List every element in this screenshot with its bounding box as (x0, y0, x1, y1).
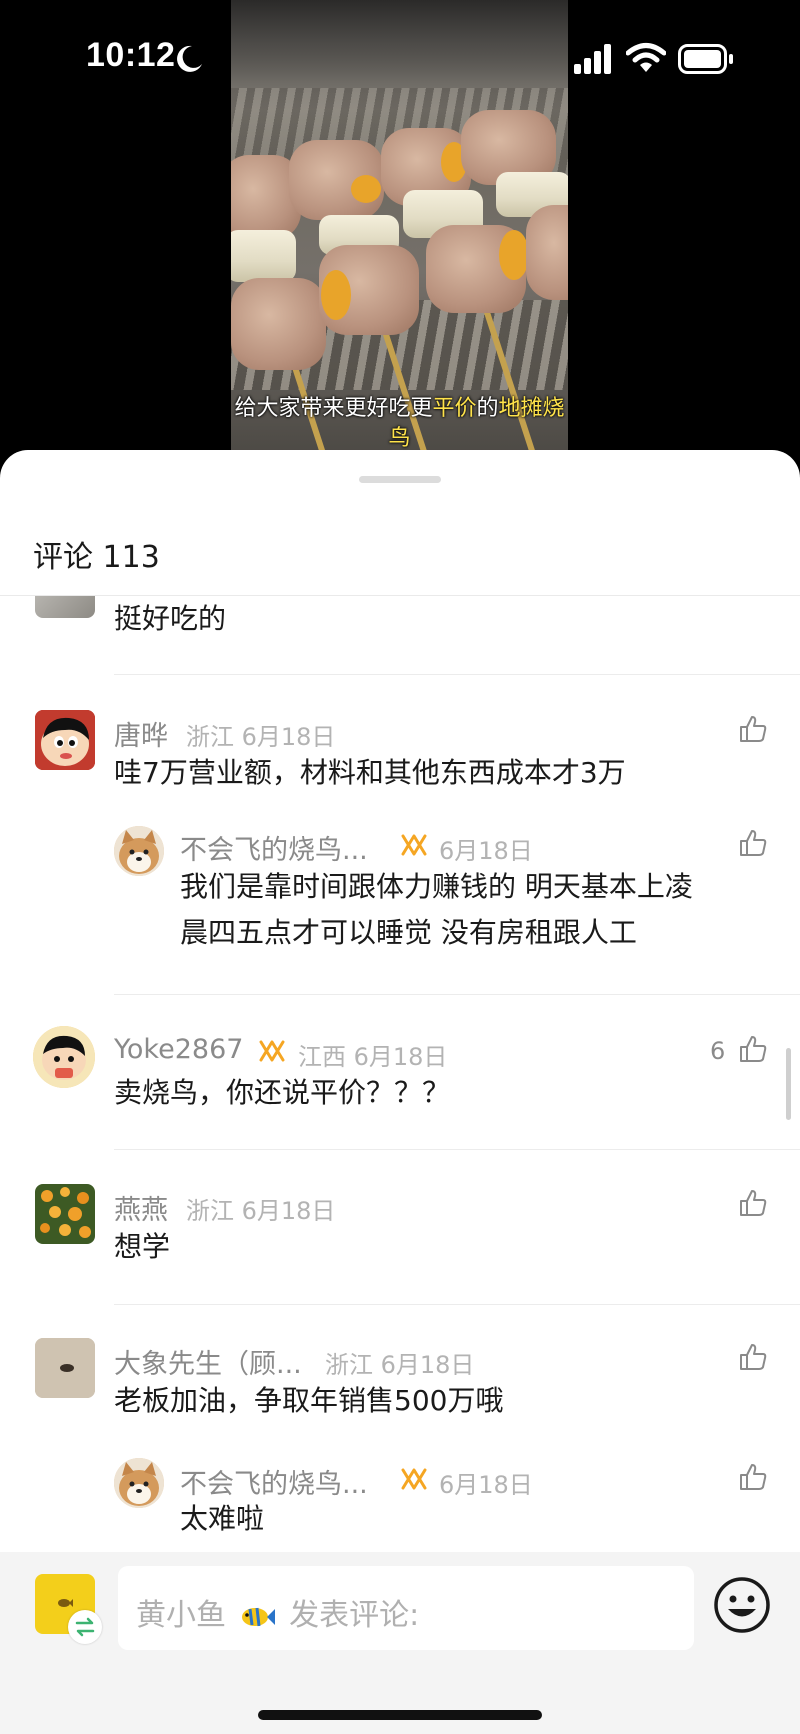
scrollbar-thumb[interactable] (786, 1048, 791, 1120)
comment-username[interactable]: Yoke2867 (114, 1034, 243, 1065)
swap-arrows-icon (75, 1617, 95, 1637)
author-badge-icon (401, 1468, 427, 1490)
reply-username[interactable]: 不会飞的烧鸟... (180, 828, 368, 867)
comment-location-date: 浙江 6月18日 (186, 723, 336, 751)
reply-text-line: 我们是靠时间跟体力赚钱的 明天基本上凌 (180, 870, 693, 903)
reply-date: 6月18日 (439, 837, 533, 865)
comment-input-bar: 黄小鱼 发表评论: (0, 1552, 800, 1734)
comment-input[interactable]: 黄小鱼 发表评论: (118, 1566, 694, 1650)
yolk-glaze (499, 230, 529, 280)
fish-mark-icon (58, 1599, 73, 1607)
status-time: 10:12 (86, 36, 176, 74)
comment-location-date: 江西 6月18日 (298, 1043, 448, 1071)
comment-divider (114, 674, 800, 675)
avatar[interactable] (35, 596, 95, 618)
chicken-piece (526, 205, 568, 300)
reply-text: 太难啦 (180, 1502, 265, 1535)
flowers-avatar-icon (35, 1184, 95, 1244)
comment-username[interactable]: 大象先生（顾... (114, 1342, 302, 1381)
wifi-icon (626, 43, 666, 72)
yolk-glaze (351, 175, 381, 203)
thumbs-up-icon[interactable] (738, 1034, 768, 1064)
avatar[interactable] (35, 1184, 95, 1244)
sheet-drag-handle[interactable] (359, 476, 441, 483)
subtitle-text: 给大家带来更好吃更 (234, 396, 433, 421)
reply-text-line: 晨四五点才可以睡觉 没有房租跟人工 (180, 916, 637, 949)
thumbs-up-icon[interactable] (738, 1462, 768, 1492)
comment-location-date: 浙江 6月18日 (186, 1197, 336, 1225)
leek-piece (231, 230, 296, 282)
avatar[interactable] (114, 826, 164, 876)
cartoon-boy-avatar-icon (35, 710, 95, 770)
comment-username[interactable]: 唐晔 (114, 714, 168, 753)
comment-divider (114, 1304, 800, 1305)
subtitle-highlight: 平价 (432, 396, 477, 421)
switch-account-icon[interactable] (68, 1610, 102, 1644)
thumbs-up-icon[interactable] (738, 1342, 768, 1372)
comment-input-placeholder: 黄小鱼 发表评论: (136, 1590, 419, 1634)
comment-text: 哇7万营业额，材料和其他东西成本才3万 (114, 756, 626, 789)
cellular-signal-icon (574, 44, 611, 74)
avatar[interactable] (114, 1458, 164, 1508)
tropical-fish-icon (241, 1607, 275, 1626)
comment-username[interactable]: 燕燕 (114, 1188, 168, 1227)
thumbs-up-icon[interactable] (738, 828, 768, 858)
chicken-piece (231, 278, 326, 370)
reply-date: 6月18日 (439, 1471, 533, 1499)
comment-location-date: 浙江 6月18日 (325, 1351, 475, 1379)
video-subtitle: 给大家带来更好吃更平价的地摊烧鸟 (231, 394, 568, 454)
moon-icon (177, 45, 202, 72)
comment-text: 老板加油，争取年销售500万哦 (114, 1384, 504, 1417)
author-badge-icon (401, 834, 427, 856)
shiba-dog-avatar-icon (114, 1458, 164, 1508)
comment-text: 卖烧鸟，你还说平价？？？ (114, 1076, 451, 1109)
placeholder-prompt: 发表评论: (289, 1598, 420, 1633)
comment-divider (114, 1149, 800, 1150)
placeholder-username: 黄小鱼 (136, 1598, 226, 1633)
thumbs-up-icon[interactable] (738, 714, 768, 744)
avatar[interactable] (33, 1026, 95, 1088)
like-count: 6 (710, 1037, 726, 1065)
battery-icon (678, 44, 733, 74)
author-badge-icon (259, 1040, 285, 1062)
sand-beetle-avatar-icon (35, 1338, 95, 1398)
comments-list[interactable]: 挺好吃的 唐晔 浙江 6月18日 哇7万营业额，材料和其他东西成本才3万 不会飞… (0, 596, 800, 1604)
home-indicator[interactable] (258, 1710, 542, 1720)
comment-text: 想学 (114, 1230, 171, 1263)
comment-text: 挺好吃的 (114, 602, 227, 635)
comments-title: 评论 113 (33, 540, 160, 575)
comments-sheet: 评论 113 挺好吃的 唐晔 浙江 6月18日 哇7万营业额，材料和其他东西成本… (0, 450, 800, 1734)
avatar[interactable] (35, 1338, 95, 1398)
status-bar: 10:12 (0, 0, 800, 120)
comment-divider (114, 994, 800, 995)
thumbs-up-icon[interactable] (738, 1188, 768, 1218)
shiba-dog-avatar-icon (114, 826, 164, 876)
emoji-icon[interactable] (713, 1576, 771, 1634)
avatar[interactable] (35, 710, 95, 770)
yolk-glaze (321, 270, 351, 320)
cartoon-boy-avatar-icon (33, 1026, 95, 1088)
subtitle-text: 的 (476, 396, 499, 421)
